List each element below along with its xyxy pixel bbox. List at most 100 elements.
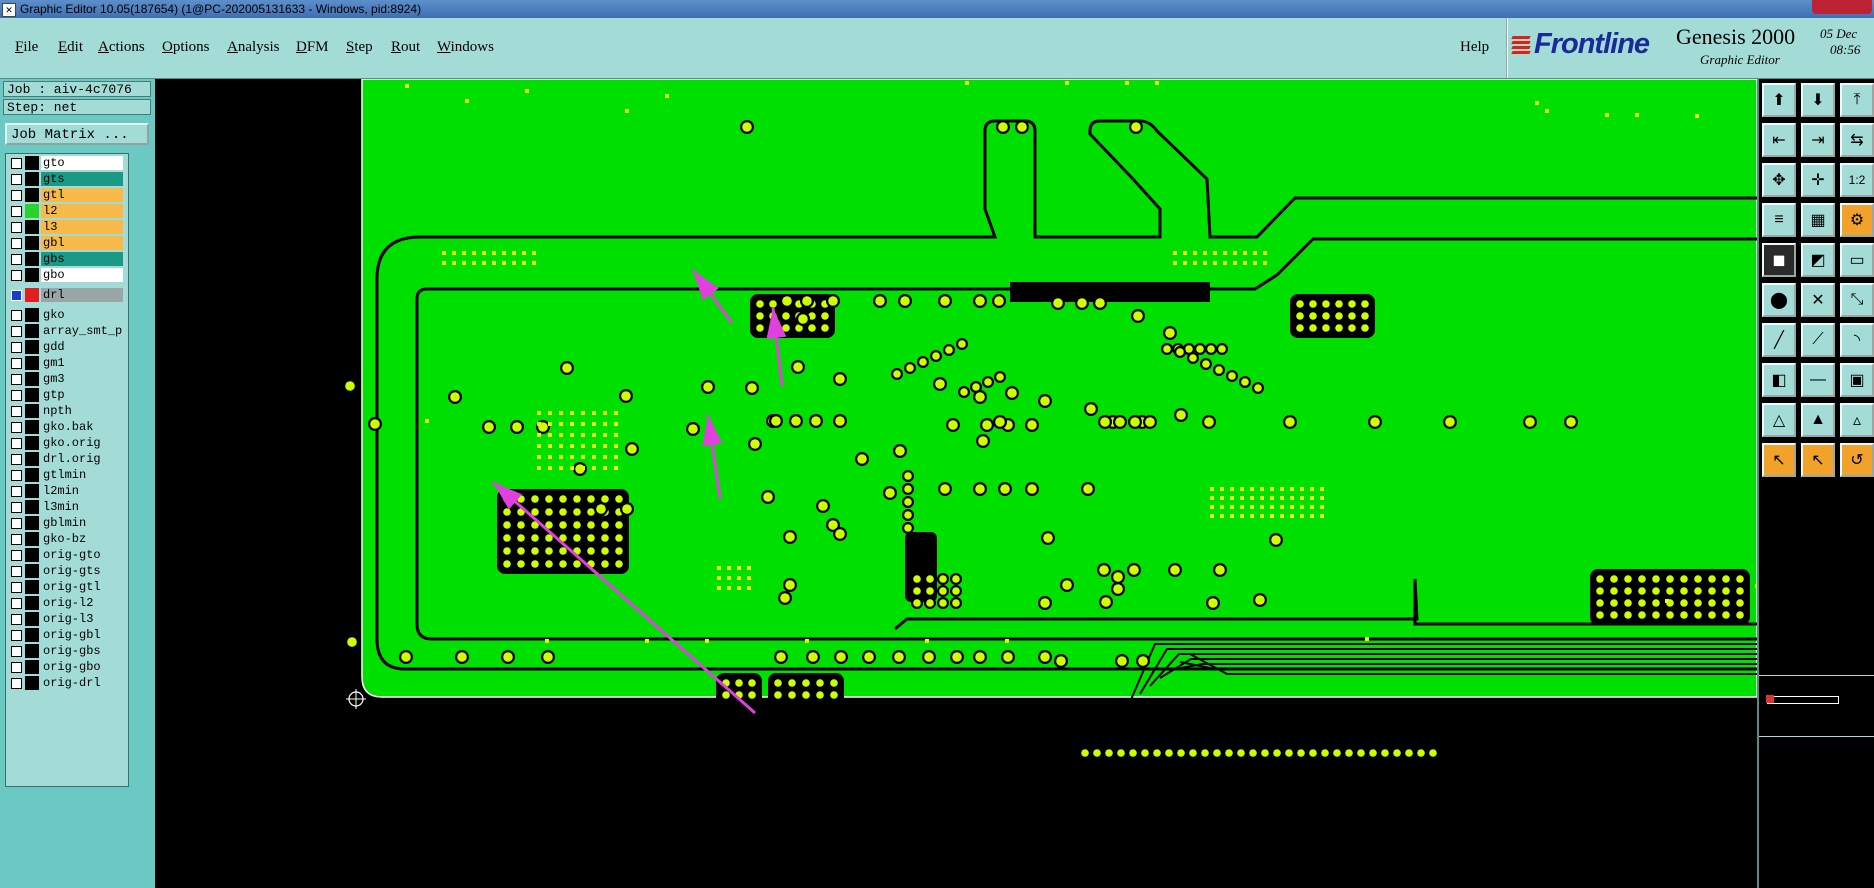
layer-name[interactable]: gko.orig [41,436,123,450]
layer-name[interactable]: orig-gbo [41,660,123,674]
layer-name[interactable]: orig-gto [41,548,123,562]
layer-checkbox[interactable] [11,270,22,281]
layer-checkbox[interactable] [11,502,22,513]
layer-name[interactable]: l3 [41,220,123,234]
layer-checkbox[interactable] [11,438,22,449]
menu-edit[interactable]: Edit [58,39,83,56]
layer-name[interactable]: array_smt_p [41,324,123,338]
component-icon[interactable]: ▣ [1840,363,1874,397]
layer-checkbox[interactable] [11,358,22,369]
layer-checkbox[interactable] [11,646,22,657]
layer-row-orig-gts[interactable]: orig-gts [8,564,126,578]
layer-name[interactable]: gtlmin [41,468,123,482]
layer-row-gko.bak[interactable]: gko.bak [8,420,126,434]
layer-name[interactable]: npth [41,404,123,418]
diagonal-icon[interactable]: ⟋ [1801,323,1835,357]
menu-actions[interactable]: Actions [98,39,145,56]
menu-options[interactable]: Options [162,39,210,56]
layer-color-swatch[interactable] [25,252,39,266]
layer-row-l3min[interactable]: l3min [8,500,126,514]
layer-name[interactable]: gko-bz [41,532,123,546]
edit-shape-icon[interactable]: ◩ [1801,243,1835,277]
layer-color-swatch[interactable] [25,532,39,546]
grid-icon[interactable]: ▦ [1801,203,1835,237]
layer-name[interactable]: l2 [41,204,123,218]
layer-color-swatch[interactable] [25,660,39,674]
layer-checkbox[interactable] [11,614,22,625]
layer-name[interactable]: gtl [41,188,123,202]
menu-rout[interactable]: Rout [391,39,420,56]
layer-checkbox[interactable] [11,550,22,561]
menu-file[interactable]: File [15,39,38,56]
layer-row-gbo[interactable]: gbo [8,268,126,282]
cross-icon[interactable]: ✕ [1801,283,1835,317]
layer-name[interactable]: drl [41,288,123,302]
layer-name[interactable]: orig-drl [41,676,123,690]
layer-name[interactable]: gbl [41,236,123,250]
layer-row-l2[interactable]: l2 [8,204,126,218]
connect-icon[interactable]: ⬤ [1762,283,1796,317]
layer-name[interactable]: gm1 [41,356,123,370]
open-icon[interactable]: ⬆ [1762,83,1796,117]
net-icon[interactable]: ⚙ [1840,203,1874,237]
layer-color-swatch[interactable] [25,580,39,594]
layer-checkbox[interactable] [11,254,22,265]
layer-color-swatch[interactable] [25,516,39,530]
export-icon[interactable]: ⇥ [1801,123,1835,157]
sides-icon[interactable]: ⇆ [1840,123,1874,157]
line-icon[interactable]: ╱ [1762,323,1796,357]
menu-windows[interactable]: Windows [437,39,494,56]
layer-row-drl[interactable]: drl [8,288,126,302]
layer-checkbox[interactable] [11,534,22,545]
layer-row-orig-l2[interactable]: orig-l2 [8,596,126,610]
line-move-icon[interactable]: ― [1801,363,1835,397]
layer-color-swatch[interactable] [25,388,39,402]
layer-row-orig-drl[interactable]: orig-drl [8,676,126,690]
layer-row-gko-bz[interactable]: gko-bz [8,532,126,546]
layer-name[interactable]: gtp [41,388,123,402]
layer-color-swatch[interactable] [25,288,39,302]
layer-row-gts[interactable]: gts [8,172,126,186]
layer-checkbox[interactable] [11,390,22,401]
zoom-fit-icon[interactable]: ✥ [1762,163,1796,197]
window-controls[interactable] [1812,0,1872,14]
layer-color-swatch[interactable] [25,308,39,322]
layer-checkbox[interactable] [11,566,22,577]
layer-checkbox[interactable] [11,290,22,301]
pointer-icon[interactable]: ↖ [1762,443,1796,477]
layer-checkbox[interactable] [11,422,22,433]
layer-name[interactable]: l2min [41,484,123,498]
layer-name[interactable]: gbo [41,268,123,282]
layer-checkbox[interactable] [11,206,22,217]
zoom-up-icon[interactable]: ⤒ [1840,83,1874,117]
layer-row-l3[interactable]: l3 [8,220,126,234]
layer-checkbox[interactable] [11,238,22,249]
overview-viewport[interactable] [1766,695,1839,704]
layer-name[interactable]: gbs [41,252,123,266]
layer-color-swatch[interactable] [25,372,39,386]
layer-color-swatch[interactable] [25,500,39,514]
layer-color-swatch[interactable] [25,564,39,578]
layer-color-swatch[interactable] [25,404,39,418]
layer-checkbox[interactable] [11,374,22,385]
layer-color-swatch[interactable] [25,612,39,626]
layer-row-gko[interactable]: gko [8,308,126,322]
layer-color-swatch[interactable] [25,484,39,498]
overview-window[interactable] [1759,675,1874,737]
arc-icon[interactable]: ◝ [1840,323,1874,357]
menu-step[interactable]: Step [346,39,373,56]
graphic-canvas[interactable] [155,79,1757,888]
layer-checkbox[interactable] [11,486,22,497]
layer-color-swatch[interactable] [25,356,39,370]
job-matrix-button[interactable]: Job Matrix ... [5,123,149,145]
layer-name[interactable]: gto [41,156,123,170]
pcb-board-view[interactable] [155,79,1757,888]
layer-row-gtlmin[interactable]: gtlmin [8,468,126,482]
layer-name[interactable]: orig-gbl [41,628,123,642]
link-icon[interactable]: ⤡ [1840,283,1874,317]
layer-row-npth[interactable]: npth [8,404,126,418]
layer-row-orig-gto[interactable]: orig-gto [8,548,126,562]
layer-color-swatch[interactable] [25,676,39,690]
layer-checkbox[interactable] [11,454,22,465]
layer-checkbox[interactable] [11,174,22,185]
